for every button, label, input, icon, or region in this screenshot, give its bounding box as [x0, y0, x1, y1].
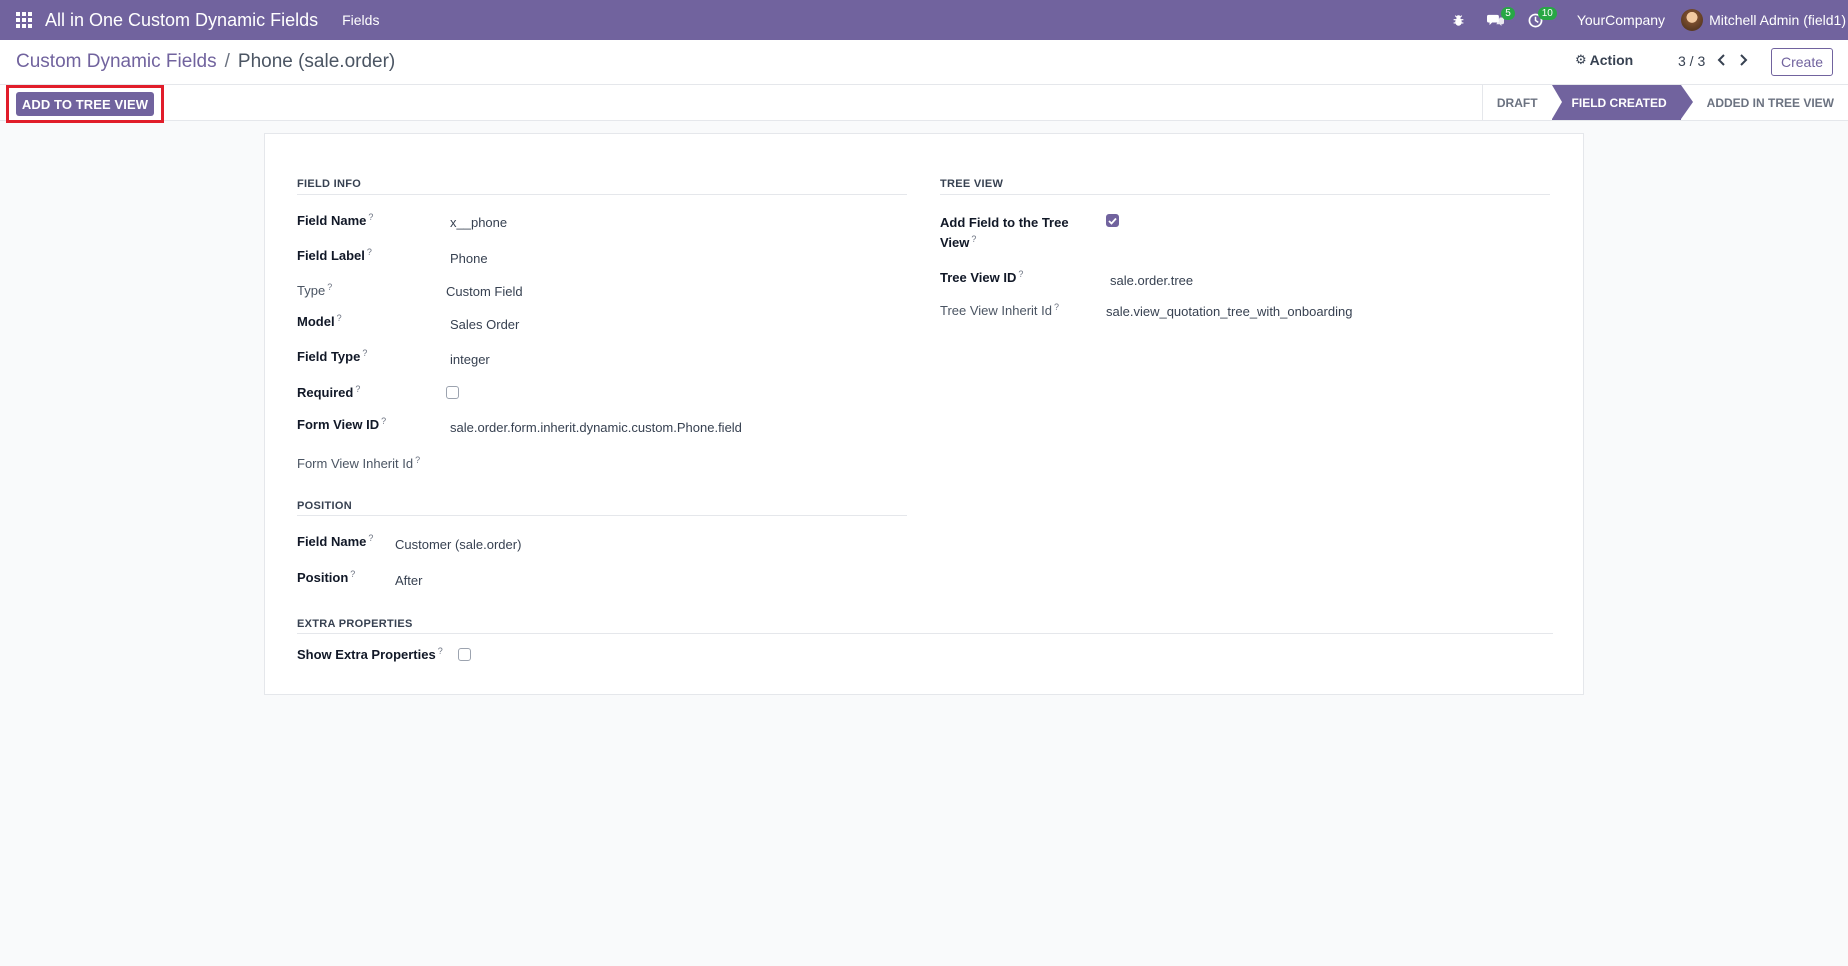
- app-title[interactable]: All in One Custom Dynamic Fields: [45, 10, 318, 31]
- position-field-name-label: Field Name?: [297, 533, 374, 549]
- section-position-title: POSITION: [297, 500, 352, 512]
- section-field-info-title: FIELD INFO: [297, 178, 362, 190]
- field-type-select[interactable]: integer: [450, 352, 490, 367]
- stage-field-created[interactable]: FIELD CREATED: [1551, 85, 1693, 120]
- position-select[interactable]: After: [395, 573, 422, 588]
- stage-field-created-label: FIELD CREATED: [1571, 95, 1667, 110]
- section-extra-properties-title: EXTRA PROPERTIES: [297, 618, 413, 630]
- breadcrumb-separator: /: [224, 51, 230, 72]
- help-tooltip-icon[interactable]: ?: [415, 455, 420, 465]
- help-tooltip-icon[interactable]: ?: [368, 533, 373, 543]
- breadcrumb: Custom Dynamic Fields / Phone (sale.orde…: [16, 51, 395, 73]
- form-view-id-label: Form View ID?: [297, 416, 387, 432]
- help-tooltip-icon[interactable]: ?: [362, 348, 367, 358]
- field-name-label: Field Name?: [297, 212, 374, 228]
- add-field-tree-view-label: Add Field to the Tree View?: [940, 215, 1069, 250]
- breadcrumb-current: Phone (sale.order): [237, 51, 396, 72]
- apps-menu-icon[interactable]: [0, 0, 48, 40]
- help-tooltip-icon[interactable]: ?: [438, 646, 443, 656]
- gear-icon: ⚙: [1575, 52, 1587, 67]
- form-view-id-input[interactable]: sale.order.form.inherit.dynamic.custom.P…: [450, 420, 742, 435]
- menu-fields[interactable]: Fields: [342, 12, 379, 28]
- type-value: Custom Field: [446, 284, 523, 299]
- status-bar: ADD TO TREE VIEW DRAFT FIELD CREATED ADD…: [0, 84, 1848, 123]
- help-tooltip-icon[interactable]: ?: [367, 247, 372, 257]
- help-tooltip-icon[interactable]: ?: [337, 313, 342, 323]
- field-label-input[interactable]: Phone: [450, 251, 488, 266]
- section-divider: [297, 633, 1553, 634]
- position-label: Position?: [297, 569, 356, 585]
- show-extra-properties-checkbox[interactable]: [458, 648, 471, 661]
- field-type-label: Field Type?: [297, 348, 368, 364]
- show-extra-properties-label: Show Extra Properties?: [297, 646, 443, 662]
- help-tooltip-icon[interactable]: ?: [327, 282, 332, 292]
- company-switcher[interactable]: YourCompany: [1577, 12, 1665, 28]
- position-field-name-input[interactable]: Customer (sale.order): [395, 537, 521, 552]
- form-view-inherit-label: Form View Inherit Id?: [297, 455, 421, 471]
- section-divider: [297, 194, 907, 195]
- field-name-input[interactable]: x__phone: [450, 215, 507, 230]
- help-tooltip-icon[interactable]: ?: [355, 384, 360, 394]
- action-label: Action: [1589, 52, 1634, 68]
- required-label: Required?: [297, 384, 361, 400]
- form-sheet: FIELD INFO Field Name? x__phone Field La…: [264, 133, 1584, 695]
- field-label-label: Field Label?: [297, 247, 372, 263]
- tree-view-inherit-label: Tree View Inherit Id?: [940, 302, 1060, 318]
- tree-view-id-input[interactable]: sale.order.tree: [1110, 273, 1193, 288]
- activities-clock-icon[interactable]: 10: [1515, 0, 1557, 40]
- breadcrumb-root-link[interactable]: Custom Dynamic Fields: [16, 51, 217, 73]
- add-field-tree-view-checkbox[interactable]: [1106, 214, 1119, 227]
- user-avatar[interactable]: [1681, 9, 1704, 31]
- messages-chat-icon[interactable]: 5: [1477, 0, 1515, 40]
- type-label: Type?: [297, 282, 333, 298]
- action-button[interactable]: ⚙ Action: [1575, 52, 1633, 68]
- stage-added-in-tree-view[interactable]: ADDED IN TREE VIEW: [1693, 85, 1848, 120]
- tree-view-inherit-value: sale.view_quotation_tree_with_onboarding: [1106, 304, 1353, 319]
- help-tooltip-icon[interactable]: ?: [350, 569, 355, 579]
- chevron-right-icon[interactable]: [1734, 50, 1752, 70]
- activities-badge: 10: [1537, 7, 1557, 20]
- messages-badge: 5: [1501, 7, 1515, 20]
- chevron-left-icon[interactable]: [1712, 50, 1730, 70]
- stage-notch: [1551, 85, 1562, 119]
- create-button[interactable]: Create: [1771, 48, 1833, 76]
- section-divider: [297, 515, 907, 516]
- debug-bug-icon[interactable]: [1441, 0, 1477, 40]
- model-label: Model?: [297, 313, 342, 329]
- help-tooltip-icon[interactable]: ?: [1018, 269, 1023, 279]
- status-stages: DRAFT FIELD CREATED ADDED IN TREE VIEW: [1481, 85, 1848, 120]
- pager-value[interactable]: 3 / 3: [1678, 53, 1705, 69]
- section-tree-view-title: TREE VIEW: [940, 178, 1004, 190]
- help-tooltip-icon[interactable]: ?: [971, 234, 976, 244]
- stage-draft[interactable]: DRAFT: [1481, 85, 1552, 120]
- section-divider: [940, 194, 1550, 195]
- user-menu[interactable]: Mitchell Admin (field1): [1709, 12, 1846, 28]
- control-panel: Custom Dynamic Fields / Phone (sale.orde…: [0, 40, 1848, 84]
- help-tooltip-icon[interactable]: ?: [368, 212, 373, 222]
- required-checkbox[interactable]: [446, 386, 459, 399]
- highlight-annotation: [6, 85, 164, 123]
- tree-view-id-label: Tree View ID?: [940, 269, 1024, 285]
- model-input[interactable]: Sales Order: [450, 317, 519, 332]
- help-tooltip-icon[interactable]: ?: [381, 416, 386, 426]
- help-tooltip-icon[interactable]: ?: [1054, 302, 1059, 312]
- top-navbar: All in One Custom Dynamic Fields Fields …: [0, 0, 1848, 40]
